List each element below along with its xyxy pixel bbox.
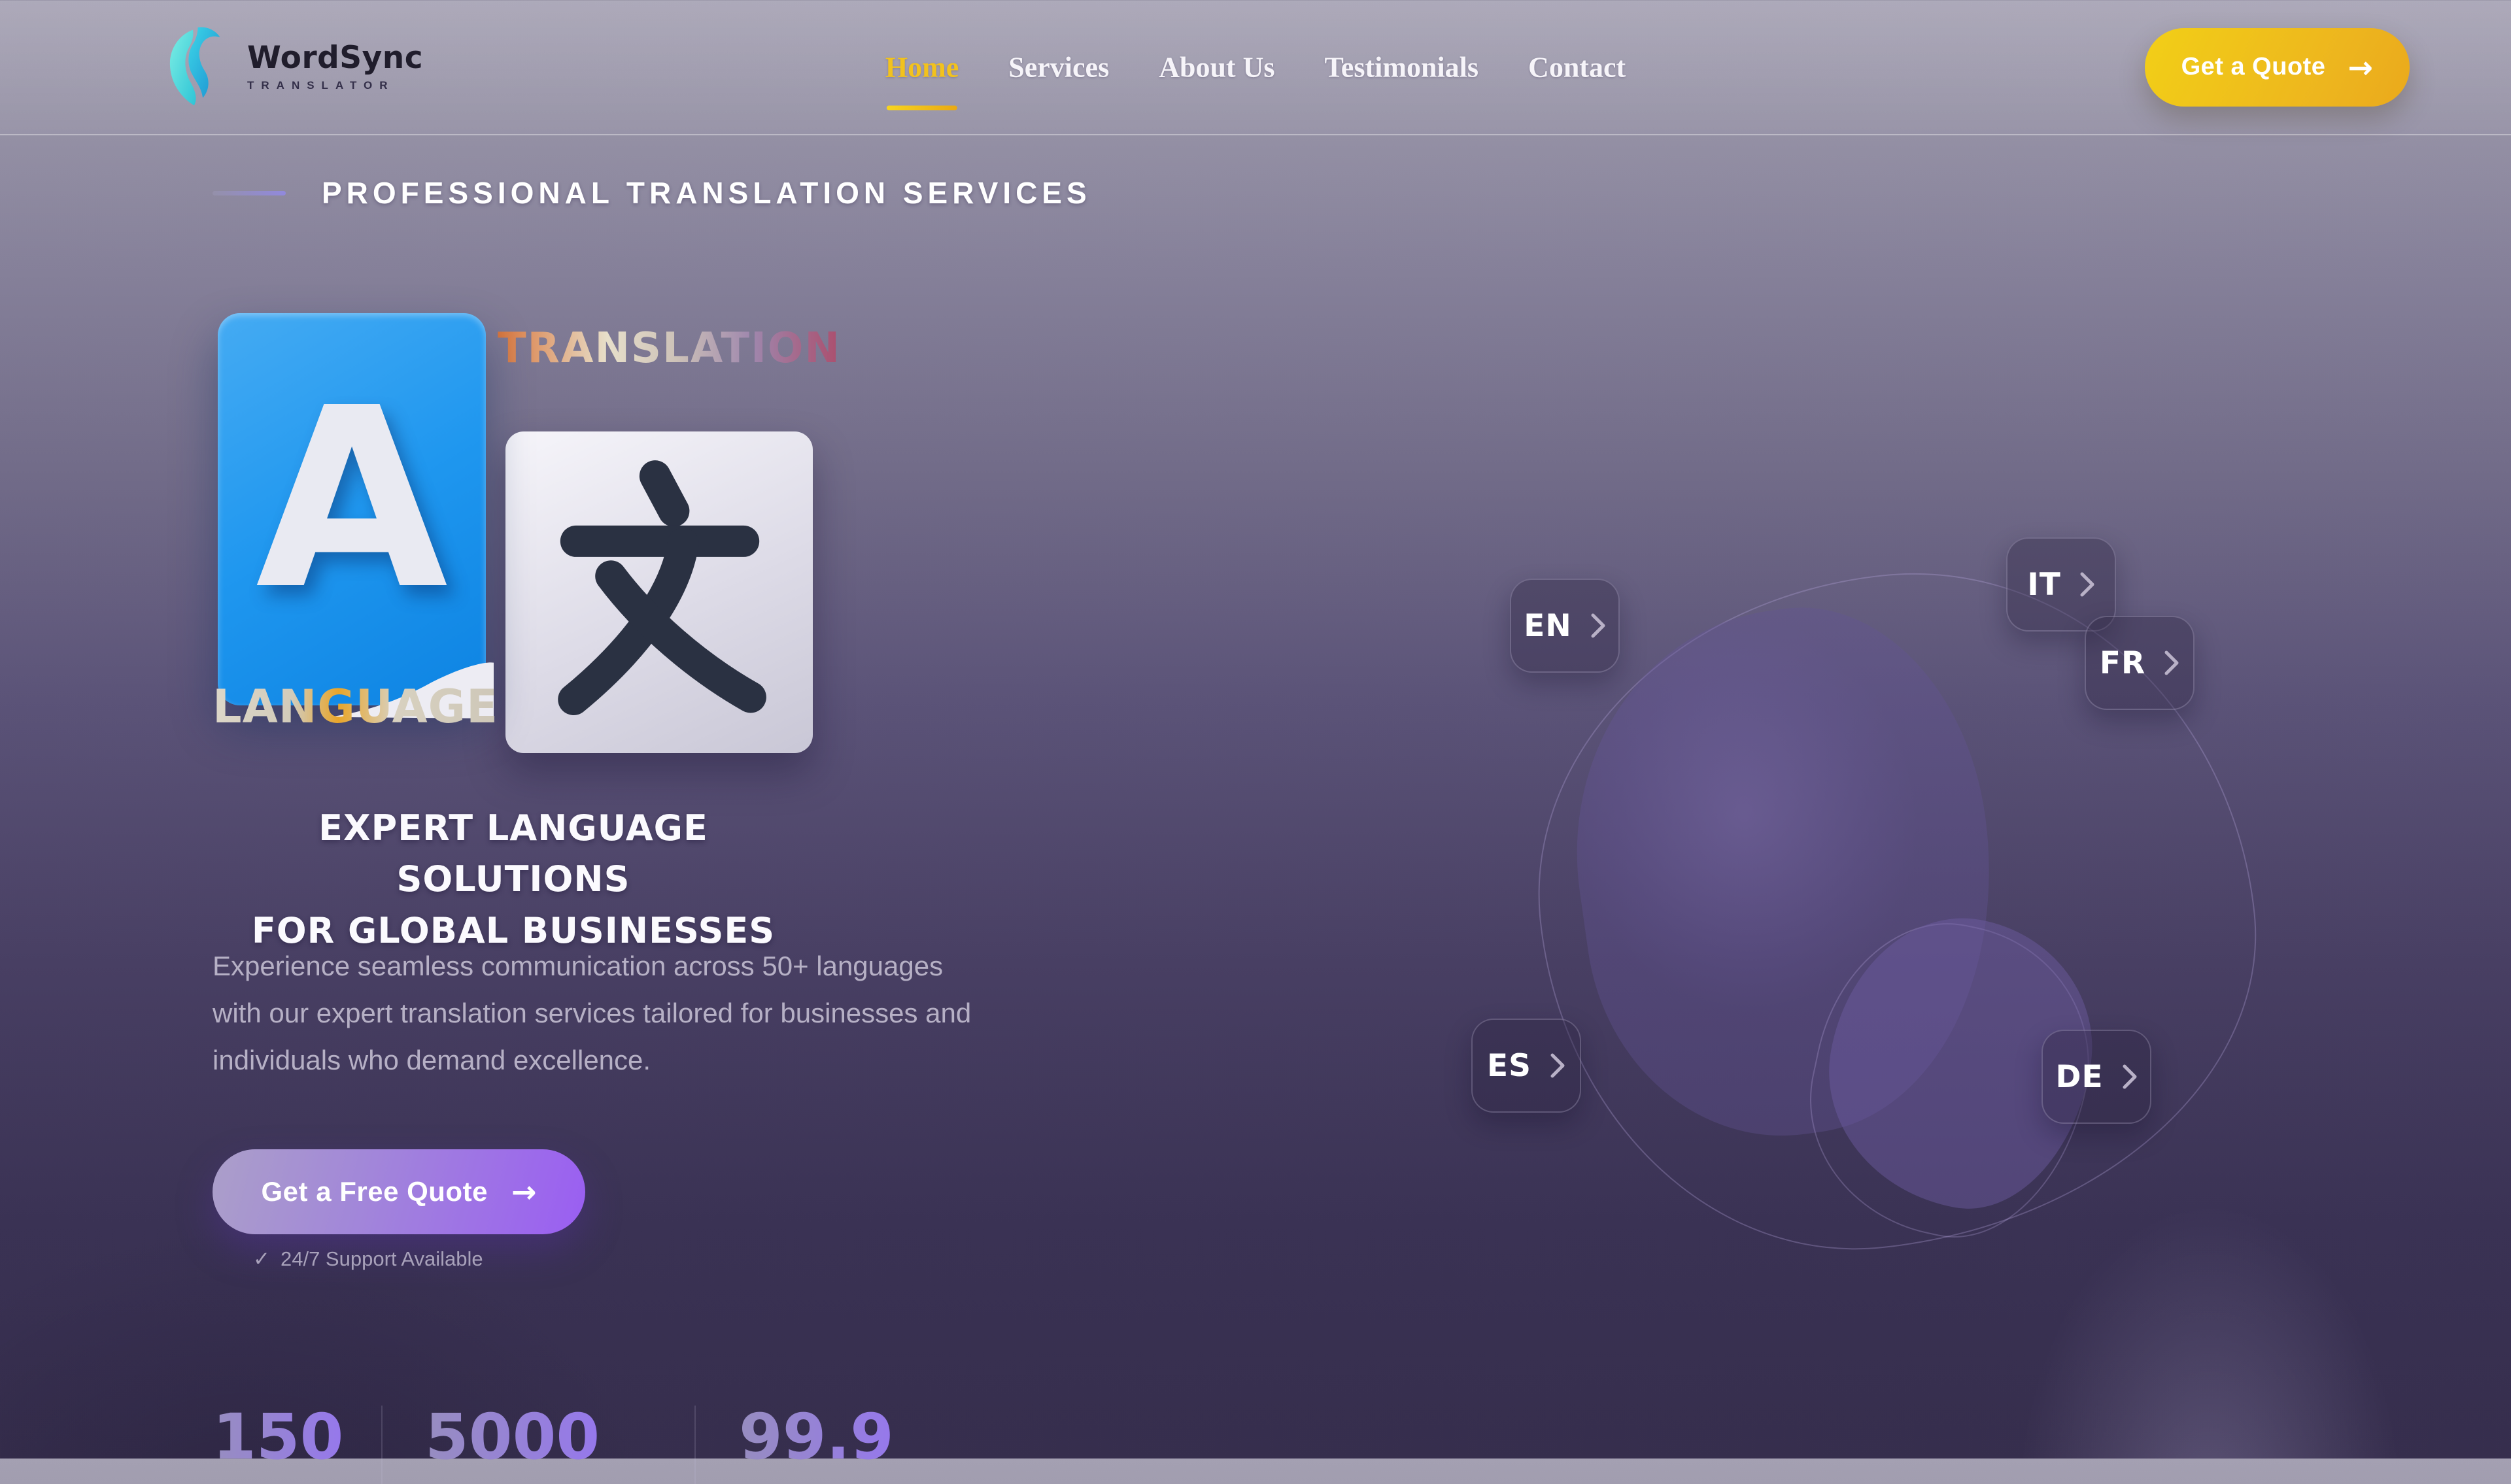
support-note-text: 24/7 Support Available bbox=[281, 1247, 483, 1271]
get-a-quote-label: Get a Quote bbox=[2181, 53, 2326, 81]
illustration-card-cjk: 文 bbox=[505, 431, 813, 753]
stat-value-accuracy: 99.9 bbox=[739, 1403, 894, 1472]
illustration-word-language: LANGUAGE bbox=[213, 680, 498, 734]
hero-headline: EXPERT LANGUAGE SOLUTIONS FOR GLOBAL BUS… bbox=[213, 803, 814, 956]
stat-value-projects: 5000 bbox=[425, 1403, 600, 1472]
cjk-character-icon bbox=[543, 458, 776, 730]
chevron-right-icon bbox=[1550, 1053, 1565, 1079]
hero-description-line3: individuals who demand excellence. bbox=[213, 1037, 1082, 1084]
language-code: DE bbox=[2055, 1059, 2103, 1095]
nav-item-services[interactable]: Services bbox=[1008, 50, 1109, 84]
language-chip-de[interactable]: DE bbox=[2041, 1030, 2151, 1124]
brand-name: WordSync bbox=[247, 42, 423, 73]
hero-description-line2: with our expert translation services tai… bbox=[213, 990, 1082, 1037]
support-note: ✓ 24/7 Support Available bbox=[253, 1247, 483, 1271]
latin-letter-a: A bbox=[256, 375, 448, 643]
language-chip-fr[interactable]: FR bbox=[2085, 616, 2195, 710]
brand-text: WordSync TRANSLATOR bbox=[247, 42, 423, 92]
get-a-quote-button[interactable]: Get a Quote → bbox=[2145, 28, 2410, 107]
logo-pin-icon bbox=[167, 26, 229, 108]
site-header: WordSync TRANSLATOR Home Services About … bbox=[0, 0, 2511, 135]
stat-divider bbox=[694, 1406, 696, 1484]
language-chip-en[interactable]: EN bbox=[1510, 579, 1620, 673]
stat-divider bbox=[381, 1406, 383, 1484]
check-icon: ✓ bbox=[253, 1247, 270, 1271]
get-a-free-quote-button[interactable]: Get a Free Quote → bbox=[213, 1149, 585, 1234]
illustration-card-latin: A bbox=[218, 313, 486, 705]
chevron-right-icon bbox=[2079, 571, 2095, 598]
language-code: EN bbox=[1524, 608, 1571, 644]
get-a-free-quote-label: Get a Free Quote bbox=[262, 1176, 488, 1207]
language-code: FR bbox=[2100, 645, 2145, 681]
language-chip-es[interactable]: ES bbox=[1471, 1019, 1581, 1113]
translation-illustration: TRANSLATION 文 A LANGUAGE bbox=[213, 310, 814, 761]
chevron-right-icon bbox=[1590, 613, 1606, 639]
nav-item-home[interactable]: Home bbox=[885, 50, 959, 84]
nav-item-contact[interactable]: Contact bbox=[1528, 50, 1626, 84]
section-label-text: PROFESSIONAL TRANSLATION SERVICES bbox=[322, 175, 1091, 211]
language-code: IT bbox=[2027, 567, 2061, 603]
section-label: PROFESSIONAL TRANSLATION SERVICES bbox=[213, 175, 1091, 211]
nav-item-testimonials[interactable]: Testimonials bbox=[1324, 50, 1478, 84]
hero-headline-line1: EXPERT LANGUAGE SOLUTIONS bbox=[213, 803, 814, 905]
hero-description-line1: Experience seamless communication across… bbox=[213, 943, 1082, 990]
arrow-right-icon: → bbox=[2348, 52, 2373, 82]
label-accent-line bbox=[213, 191, 286, 195]
brand-tagline: TRANSLATOR bbox=[247, 79, 423, 92]
hero-description: Experience seamless communication across… bbox=[213, 943, 1082, 1084]
language-code: ES bbox=[1487, 1048, 1531, 1084]
illustration-word-translation: TRANSLATION bbox=[498, 324, 841, 373]
chevron-right-icon bbox=[2164, 650, 2179, 676]
brand-logo[interactable]: WordSync TRANSLATOR bbox=[167, 26, 423, 108]
main-nav: Home Services About Us Testimonials Cont… bbox=[885, 50, 1626, 84]
nav-item-about-us[interactable]: About Us bbox=[1159, 50, 1274, 84]
chevron-right-icon bbox=[2122, 1064, 2138, 1090]
stat-value-languages: 150 bbox=[213, 1403, 343, 1472]
arrow-right-icon: → bbox=[511, 1177, 537, 1207]
